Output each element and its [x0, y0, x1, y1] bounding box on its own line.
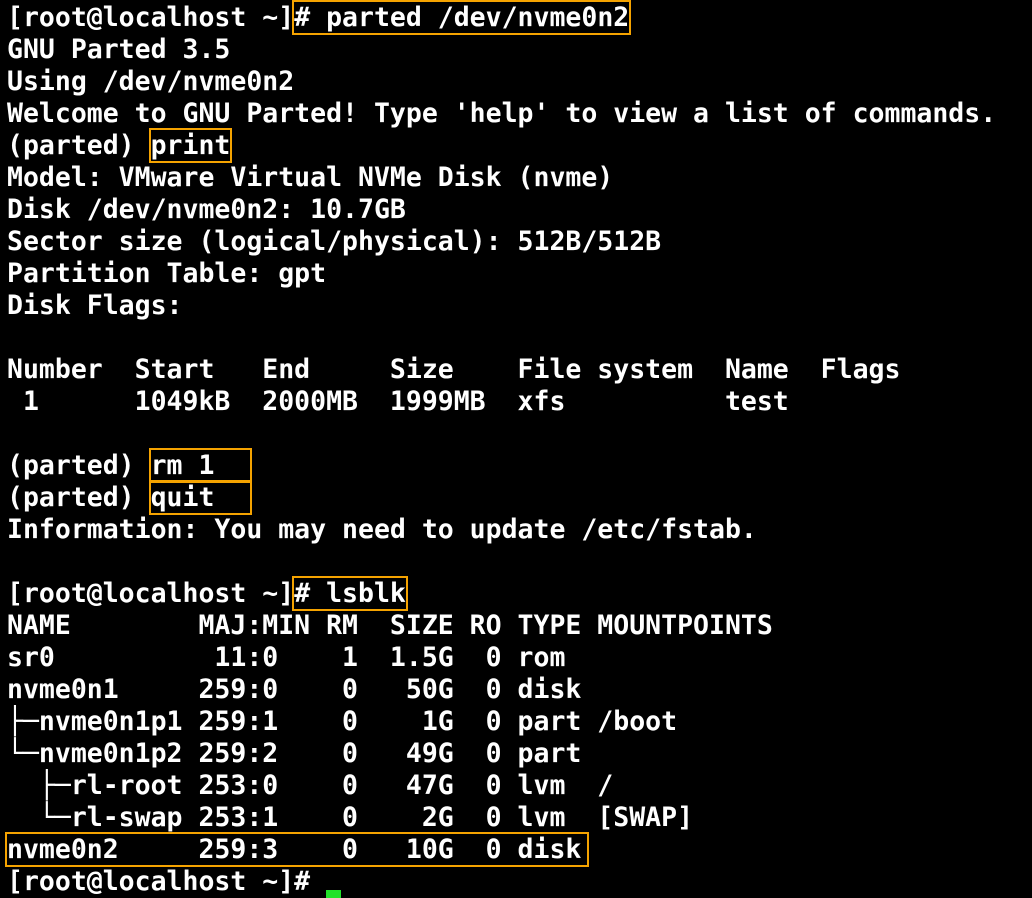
info-message: Information: You may need to update /etc… — [7, 514, 757, 545]
parted-rm-line: (parted) rm 1 — [7, 448, 1032, 483]
shell-prompt: [root@localhost ~] — [7, 2, 295, 33]
parted-prompt: (parted) — [7, 482, 151, 513]
cursor — [326, 890, 342, 898]
output-line: Welcome to GNU Parted! Type 'help' to vi… — [7, 98, 997, 129]
final-prompt-line[interactable]: [root@localhost ~]# — [7, 866, 1032, 898]
parted-prompt: (parted) — [7, 130, 151, 161]
lsblk-row-highlighted: nvme0n2 259:3 0 10G 0 disk — [4, 832, 1032, 867]
output-line: Using /dev/nvme0n2 — [7, 66, 295, 97]
rm-command: rm 1 — [148, 448, 253, 483]
quit-command: quit — [148, 480, 253, 515]
lsblk-row: sr0 11:0 1 1.5G 0 rom — [7, 642, 566, 673]
command-line-lsblk: [root@localhost ~]# lsblk — [7, 576, 1032, 611]
parted-print-line: (parted) print — [7, 128, 1032, 163]
shell-prompt: [root@localhost ~]# — [7, 866, 327, 897]
lsblk-row: ├─nvme0n1p1 259:1 0 1G 0 part /boot — [7, 706, 678, 737]
lsblk-command: # lsblk — [292, 576, 408, 611]
disk-info-line: Sector size (logical/physical): 512B/512… — [7, 226, 662, 257]
disk-info-line: Disk Flags: — [7, 290, 183, 321]
parted-quit-line: (parted) quit — [7, 480, 1032, 515]
lsblk-row: nvme0n1 259:0 0 50G 0 disk — [7, 674, 582, 705]
shell-prompt: [root@localhost ~] — [7, 578, 295, 609]
nvme0n2-row: nvme0n2 259:3 0 10G 0 disk — [4, 832, 590, 867]
partition-table-row: 1 1049kB 2000MB 1999MB xfs test — [7, 386, 789, 417]
terminal-output[interactable]: [root@localhost ~]# parted /dev/nvme0n2 … — [4, 0, 1032, 898]
lsblk-header: NAME MAJ:MIN RM SIZE RO TYPE MOUNTPOINTS — [7, 610, 773, 641]
lsblk-row: └─nvme0n1p2 259:2 0 49G 0 part — [7, 738, 582, 769]
partition-table-header: Number Start End Size File system Name F… — [7, 354, 901, 385]
output-line: GNU Parted 3.5 — [7, 34, 231, 65]
disk-info-line: Disk /dev/nvme0n2: 10.7GB — [7, 194, 406, 225]
lsblk-row: └─rl-swap 253:1 0 2G 0 lvm [SWAP] — [7, 802, 694, 833]
disk-info-line: Model: VMware Virtual NVMe Disk (nvme) — [7, 162, 614, 193]
print-command: print — [148, 128, 233, 163]
lsblk-row: ├─rl-root 253:0 0 47G 0 lvm / — [7, 770, 614, 801]
parted-command: # parted /dev/nvme0n2 — [292, 0, 632, 35]
disk-info-line: Partition Table: gpt — [7, 258, 327, 289]
terminal-window: { "colors": { "background": "#000000", "… — [0, 0, 1032, 898]
parted-prompt: (parted) — [7, 450, 151, 481]
command-line-parted: [root@localhost ~]# parted /dev/nvme0n2 — [7, 0, 1032, 35]
